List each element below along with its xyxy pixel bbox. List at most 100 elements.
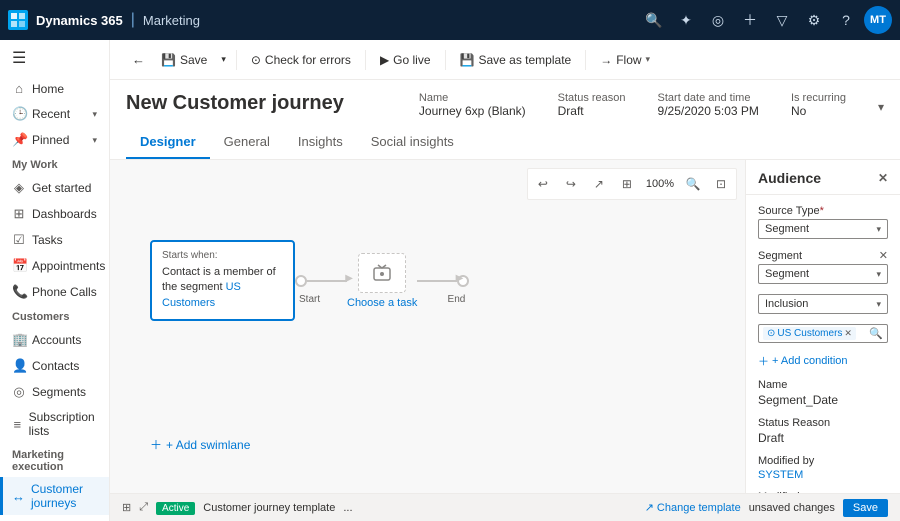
sidebar-item-dashboards[interactable]: ⊞ Dashboards — [0, 201, 109, 227]
status-active-badge: Active — [156, 502, 195, 514]
pointer-button[interactable]: ↗ — [586, 171, 612, 197]
recurring-meta-label: Is recurring — [791, 92, 846, 104]
sidebar-item-contacts[interactable]: 👤 Contacts — [0, 353, 109, 379]
sidebar-item-phone-calls[interactable]: 📞 Phone Calls — [0, 279, 109, 305]
tab-general[interactable]: General — [210, 126, 284, 159]
panel-modified-value[interactable]: SYSTEM — [758, 469, 888, 481]
change-template-button[interactable]: ↗ Change template — [645, 501, 741, 514]
meta-expand-button[interactable]: ▾ — [878, 100, 884, 114]
add-icon[interactable]: ＋ — [736, 6, 764, 34]
journey-flow: Starts when: Contact is a member of the … — [150, 240, 469, 321]
marketing-section: Marketing execution — [0, 443, 109, 477]
save-template-button[interactable]: 💾 Save as template — [452, 48, 580, 72]
dynamics-logo — [8, 10, 28, 30]
filter-icon[interactable]: ▽ — [768, 6, 796, 34]
main-area: ← 💾 Save ▾ ⊙ Check for errors ▶ Go live … — [110, 40, 900, 521]
unsaved-changes-text: unsaved changes — [749, 502, 835, 514]
contacts-icon: 👤 — [12, 358, 26, 374]
tab-social-insights[interactable]: Social insights — [357, 126, 468, 159]
back-button[interactable]: ← — [126, 47, 151, 72]
settings-icon[interactable]: ⚙ — [800, 6, 828, 34]
help-icon[interactable]: ? — [832, 6, 860, 34]
panel-modified-label: Modified by — [758, 455, 888, 467]
tab-insights[interactable]: Insights — [284, 126, 357, 159]
check-label: Check for errors — [265, 53, 351, 67]
status-save-button[interactable]: Save — [843, 499, 888, 517]
us-customers-tag: ⊙ US Customers ✕ — [763, 327, 856, 340]
tag-remove-button[interactable]: ✕ — [844, 328, 852, 339]
panel-status-label: Status Reason — [758, 417, 888, 429]
check-errors-button[interactable]: ⊙ Check for errors — [243, 48, 359, 72]
task-label[interactable]: Choose a task — [347, 297, 417, 309]
sidebar-item-appointments[interactable]: 📅 Appointments — [0, 253, 109, 279]
add-condition-button[interactable]: ＋ + Add condition — [758, 353, 888, 369]
status-expand2-icon[interactable]: ⤢ — [139, 501, 148, 514]
zoom-fit-button[interactable]: ⊡ — [708, 171, 734, 197]
segment-label: Segment — [758, 250, 802, 262]
sidebar-get-started-label: Get started — [32, 181, 91, 195]
sidebar-item-marketing-emails[interactable]: ✉ Marketing emails — [0, 515, 109, 521]
sidebar-item-home[interactable]: ⌂ Home — [0, 76, 109, 101]
tab-designer[interactable]: Designer — [126, 126, 210, 159]
sidebar-item-accounts[interactable]: 🏢 Accounts — [0, 327, 109, 353]
undo-button[interactable]: ↩ — [530, 171, 556, 197]
get-started-icon: ◈ — [12, 180, 26, 196]
tag-search-icon[interactable]: 🔍 — [869, 327, 883, 340]
user-avatar[interactable]: MT — [864, 6, 892, 34]
flow-button[interactable]: → Flow ▾ — [592, 48, 658, 72]
go-live-button[interactable]: ▶ Go live — [372, 48, 439, 72]
redo-button[interactable]: ↪ — [558, 171, 584, 197]
panel-name-label: Name — [758, 379, 888, 391]
flow-icon: → — [600, 53, 612, 67]
cmd-sep-4 — [585, 50, 586, 70]
inclusion-select[interactable]: Inclusion ▾ — [758, 294, 888, 314]
phone-icon: 📞 — [12, 284, 26, 300]
sidebar-dashboards-label: Dashboards — [32, 207, 97, 221]
flow-label: Flow — [616, 53, 641, 67]
save-chevron-button[interactable]: ▾ — [217, 49, 230, 70]
flow-circle-1 — [295, 275, 307, 287]
segment-chevron: ▾ — [876, 269, 881, 280]
go-live-label: Go live — [393, 53, 430, 67]
save-button[interactable]: 💾 Save — [153, 48, 215, 72]
inclusion-field: Inclusion ▾ — [758, 294, 888, 314]
meta-name: Name Journey 6xp (Blank) — [419, 92, 526, 118]
add-swimlane-button[interactable]: ＋ + Add swimlane — [150, 436, 250, 453]
segments-icon: ◎ — [12, 384, 26, 400]
panel-close-button[interactable]: ✕ — [878, 171, 888, 185]
zoom-out-button[interactable]: 🔍 — [680, 171, 706, 197]
copilot-icon[interactable]: ✦ — [672, 6, 700, 34]
task-placeholder[interactable]: Choose a task — [347, 253, 417, 309]
panel-header: Audience ✕ — [746, 160, 900, 195]
recurring-meta-value: No — [791, 104, 846, 118]
inclusion-chevron: ▾ — [876, 299, 881, 310]
segment-select[interactable]: Segment ▾ — [758, 264, 888, 284]
segment-clear-button[interactable]: ✕ — [879, 249, 888, 262]
dashboards-icon: ⊞ — [12, 206, 26, 222]
sidebar-item-pinned[interactable]: 📌 Pinned ▾ — [0, 127, 109, 153]
sidebar-item-tasks[interactable]: ☑ Tasks — [0, 227, 109, 253]
panel-name-value: Segment_Date — [758, 393, 888, 407]
sidebar-item-customer-journeys[interactable]: ↔ Customer journeys — [0, 477, 109, 515]
sidebar-item-recent[interactable]: 🕒 Recent ▾ — [0, 101, 109, 127]
start-label: Start — [299, 294, 320, 305]
canvas[interactable]: ↩ ↪ ↗ ⊞ 100% 🔍 ⊡ Starts when: C — [110, 160, 745, 493]
location-icon[interactable]: ◎ — [704, 6, 732, 34]
source-type-select[interactable]: Segment ▾ — [758, 219, 888, 239]
start-tile[interactable]: Starts when: Contact is a member of the … — [150, 240, 295, 321]
brand-name[interactable]: Dynamics 365 — [36, 13, 123, 28]
status-expand-icon[interactable]: ⊞ — [122, 501, 131, 514]
grid-button[interactable]: ⊞ — [614, 171, 640, 197]
segment-tag-input[interactable]: ⊙ US Customers ✕ 🔍 — [758, 324, 888, 343]
journey-icon: ↔ — [12, 489, 25, 504]
search-icon[interactable]: 🔍 — [640, 6, 668, 34]
hamburger-button[interactable]: ☰ — [0, 40, 109, 76]
sidebar-item-get-started[interactable]: ◈ Get started — [0, 175, 109, 201]
sidebar-item-subscription-lists[interactable]: ≡ Subscription lists — [0, 405, 109, 443]
page-header: New Customer journey Name Journey 6xp (B… — [110, 80, 900, 160]
template-ellipsis[interactable]: ... — [343, 502, 352, 514]
meta-datetime: Start date and time 9/25/2020 5:03 PM — [658, 92, 759, 118]
sidebar-item-segments[interactable]: ◎ Segments — [0, 379, 109, 405]
segment-value: Segment — [765, 268, 809, 280]
status-left: ⊞ ⤢ Active Customer journey template ... — [122, 501, 353, 514]
